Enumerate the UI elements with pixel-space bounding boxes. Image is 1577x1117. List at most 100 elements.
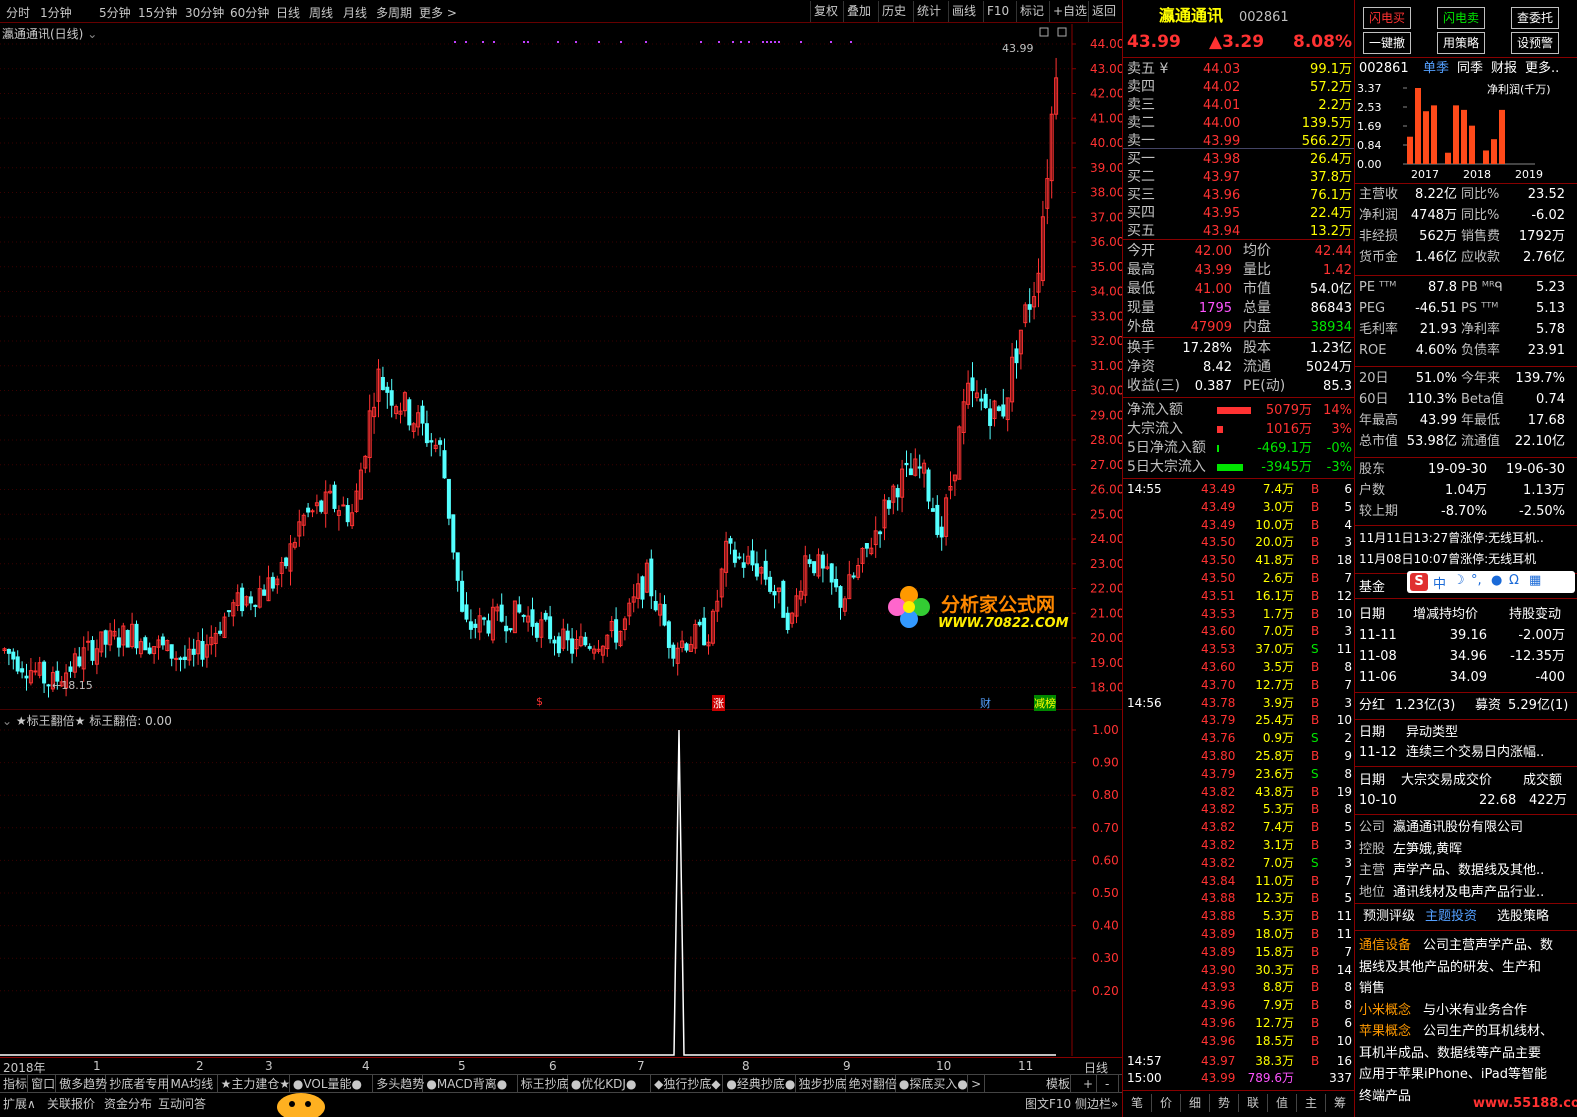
indicator-tab[interactable]: > bbox=[968, 1075, 986, 1093]
indicator-tab[interactable]: ●经典抄底● bbox=[723, 1075, 796, 1093]
indicator-tab[interactable]: 标王抄底 bbox=[518, 1075, 569, 1093]
period-tab[interactable]: 30分钟 bbox=[185, 4, 224, 21]
indicator-tab[interactable]: 抄底者专用 bbox=[106, 1075, 169, 1093]
period-tab-active[interactable]: 日线 bbox=[276, 4, 300, 21]
period-tab[interactable]: 60分钟 bbox=[230, 4, 269, 21]
history-button[interactable]: 历史 bbox=[878, 1, 909, 22]
stats-button[interactable]: 统计 bbox=[913, 1, 944, 22]
query-orders-button[interactable]: 查委托 bbox=[1511, 7, 1559, 29]
quote-tab[interactable]: 主 bbox=[1297, 1094, 1326, 1112]
quote-tab[interactable]: 势 bbox=[1210, 1094, 1239, 1112]
moon-icon[interactable]: ☽ bbox=[1453, 573, 1465, 588]
indicator-tab[interactable]: 指标 bbox=[0, 1075, 29, 1093]
set-alert-button[interactable]: 设预警 bbox=[1511, 32, 1559, 54]
indicator-tab[interactable]: 独步抄底 bbox=[796, 1075, 847, 1093]
fund-distribution-tab[interactable]: 资金分布 bbox=[104, 1095, 152, 1112]
more-periods-button[interactable]: 更多 > bbox=[419, 4, 457, 21]
tab-single-quarter[interactable]: 单季 bbox=[1423, 59, 1449, 78]
tick-count: 8 bbox=[1344, 766, 1352, 781]
quote-tab[interactable]: 价 bbox=[1152, 1094, 1181, 1112]
abnormal-type[interactable]: 连续三个交易日内涨幅.. bbox=[1406, 743, 1544, 762]
draw-button[interactable]: 画线 bbox=[948, 1, 979, 22]
mark-button[interactable]: 标记 bbox=[1016, 1, 1047, 22]
quote-tab[interactable]: 筹 bbox=[1326, 1094, 1355, 1112]
indicator-tab[interactable]: 多头趋势 bbox=[373, 1075, 424, 1093]
theme-name[interactable]: 小米概念 bbox=[1359, 1001, 1411, 1020]
chevron-down-icon[interactable]: ⌄ bbox=[2, 714, 12, 728]
fuquan-button[interactable]: 复权 bbox=[810, 1, 841, 22]
event-marker[interactable]: $ bbox=[536, 695, 543, 708]
indicator-tab[interactable]: ◆独行抄底◆ bbox=[651, 1075, 724, 1093]
tab-forecast[interactable]: 预测评级 bbox=[1363, 907, 1415, 926]
mascot-icon[interactable] bbox=[274, 1087, 328, 1117]
period-tab[interactable]: 月线 bbox=[343, 4, 367, 21]
indicator-tab[interactable]: ●探底买入● bbox=[896, 1075, 969, 1093]
candle-body bbox=[77, 656, 82, 667]
theme-name[interactable]: 通信设备 bbox=[1359, 936, 1411, 955]
punctuation-icon[interactable]: °, bbox=[1471, 573, 1482, 588]
ime-mode[interactable]: 中 bbox=[1433, 573, 1446, 592]
event-marker-reduce[interactable]: 减榜 bbox=[1034, 695, 1056, 711]
indicator-tab[interactable]: + bbox=[1080, 1075, 1098, 1093]
stat-label: PE(动) bbox=[1243, 378, 1286, 394]
indicator-tab[interactable]: 傲多趋势 bbox=[56, 1075, 107, 1093]
event-marker-limit-up[interactable]: 涨 bbox=[712, 695, 725, 711]
theme-name[interactable]: 苹果概念 bbox=[1359, 1022, 1411, 1041]
interactive-qa-tab[interactable]: 互动问答 bbox=[158, 1095, 206, 1112]
indicator-tab[interactable]: ●优化KDJ● bbox=[568, 1075, 652, 1093]
flash-buy-button[interactable]: 闪电买 bbox=[1363, 7, 1411, 29]
sogou-icon[interactable]: S bbox=[1410, 573, 1428, 591]
sidebar-toggle[interactable]: 图文F10 侧边栏» bbox=[1025, 1095, 1118, 1112]
tab-more[interactable]: 更多.. bbox=[1525, 59, 1559, 78]
ime-toolbar[interactable]: S 中 ☽ °, ● Ω ▦ bbox=[1407, 571, 1575, 593]
cancel-all-button[interactable]: 一键撤 bbox=[1363, 32, 1411, 54]
indicator-tab[interactable]: MA均线 bbox=[168, 1075, 218, 1093]
company-value[interactable]: 声学产品、数据线及其他.. bbox=[1393, 861, 1544, 880]
signal-dot bbox=[830, 41, 832, 43]
indicator-tab[interactable]: 窗口 bbox=[28, 1075, 57, 1093]
indicator-tab[interactable]: ●MACD背离● bbox=[423, 1075, 518, 1093]
related-quote-tab[interactable]: 关联报价 bbox=[47, 1095, 95, 1112]
profit-bar bbox=[1453, 105, 1459, 164]
company-value[interactable]: 左笋娥,黄晖 bbox=[1393, 840, 1462, 859]
indicator-tab[interactable]: 绝对翻倍 bbox=[846, 1075, 897, 1093]
chevron-down-icon[interactable]: ⌄ bbox=[87, 27, 97, 41]
overlay-button[interactable]: 叠加 bbox=[843, 1, 874, 22]
quote-tab[interactable]: 细 bbox=[1181, 1094, 1210, 1112]
expand-button[interactable]: 扩展∧ bbox=[3, 1095, 36, 1112]
f10-button[interactable]: F10 bbox=[983, 1, 1012, 22]
flash-sell-button[interactable]: 闪电卖 bbox=[1437, 7, 1485, 29]
indicator-tab[interactable]: 模板 bbox=[1043, 1075, 1072, 1093]
company-value[interactable]: 瀛通通讯股份有限公司 bbox=[1393, 818, 1523, 837]
add-watchlist-button[interactable]: +自选 bbox=[1049, 1, 1090, 22]
tab-same-quarter[interactable]: 同季 bbox=[1457, 59, 1483, 78]
tab-strategy[interactable]: 选股策略 bbox=[1497, 907, 1549, 926]
news-item[interactable]: 11月11日13:27曾涨停:无线耳机.. bbox=[1359, 529, 1544, 548]
period-tab[interactable]: 5分钟 bbox=[99, 4, 131, 21]
signal-dot bbox=[454, 41, 456, 43]
period-tab[interactable]: 周线 bbox=[309, 4, 333, 21]
period-tab[interactable]: 1分钟 bbox=[40, 4, 72, 21]
period-tab[interactable]: 15分钟 bbox=[138, 4, 177, 21]
period-tab[interactable]: 分时 bbox=[6, 4, 30, 21]
indicator-tab[interactable]: - bbox=[1102, 1075, 1120, 1093]
company-value[interactable]: 通讯线材及电声产品行业.. bbox=[1393, 883, 1544, 902]
grid-icon[interactable]: ▦ bbox=[1529, 573, 1541, 588]
tick-volume: 23.6万 bbox=[1255, 766, 1294, 781]
quote-tab[interactable]: 笔 bbox=[1123, 1094, 1152, 1112]
use-strategy-button[interactable]: 用策略 bbox=[1437, 32, 1485, 54]
indicator-chart[interactable]: 1.00 0.90 0.80 0.70 0.60 0.50 0.40 0.30 0.20 bbox=[0, 710, 1122, 1056]
microphone-icon[interactable]: ● bbox=[1491, 573, 1502, 588]
tab-theme[interactable]: 主题投资 bbox=[1425, 907, 1477, 926]
candle-body bbox=[785, 612, 790, 631]
headset-icon[interactable]: Ω bbox=[1509, 573, 1519, 588]
tick-price: 43.99 bbox=[1201, 1071, 1236, 1086]
tab-report[interactable]: 财报 bbox=[1491, 59, 1517, 78]
quote-tab[interactable]: 值 bbox=[1268, 1094, 1297, 1112]
period-tab[interactable]: 多周期 bbox=[376, 4, 412, 21]
event-marker-finance[interactable]: 财 bbox=[980, 695, 991, 711]
back-button[interactable]: 返回 bbox=[1088, 1, 1119, 22]
news-item[interactable]: 11月08日10:07曾涨停:无线耳机 bbox=[1359, 550, 1536, 569]
y-tick-label: 36.00 bbox=[1090, 235, 1122, 249]
quote-tab[interactable]: 联 bbox=[1239, 1094, 1268, 1112]
